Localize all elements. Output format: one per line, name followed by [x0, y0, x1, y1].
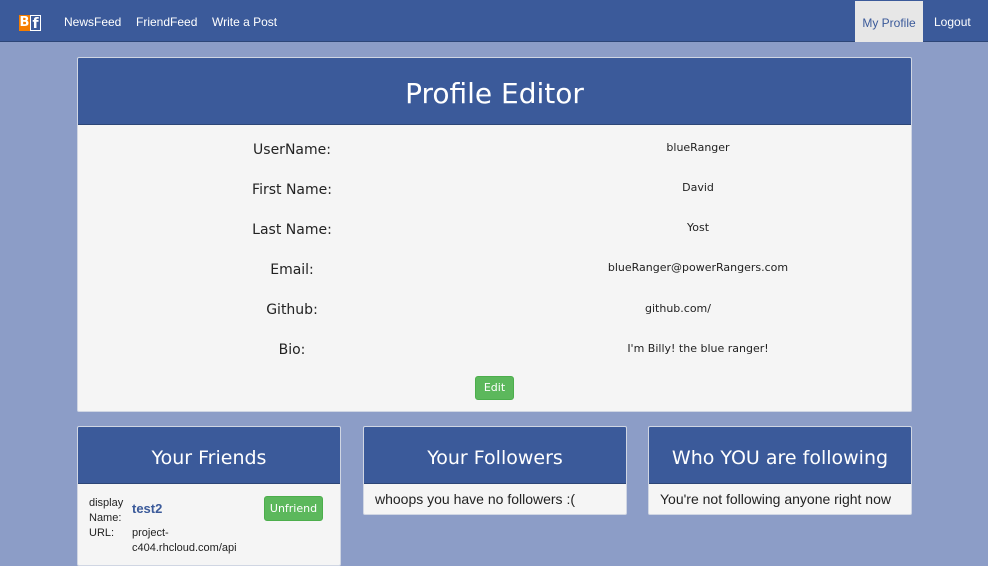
last-name-label: Last Name: — [252, 222, 332, 238]
friend-name[interactable]: test2 — [132, 501, 162, 516]
logo-f: f — [30, 15, 41, 32]
followers-panel: Your Followers whoops you have no follow… — [363, 426, 627, 515]
followers-empty-text: whoops you have no followers :( — [375, 491, 575, 507]
unfriend-button[interactable]: Unfriend — [264, 496, 323, 521]
url-label: URL: — [89, 527, 115, 539]
bio-label: Bio: — [278, 342, 306, 358]
email-value: blueRanger@powerRangers.com — [607, 261, 789, 274]
last-name-value: Yost — [686, 221, 710, 234]
followers-title: Your Followers — [364, 427, 626, 484]
username-value: blueRanger — [666, 141, 730, 154]
url-value-line1: project- — [132, 527, 169, 539]
github-label: Github: — [266, 302, 318, 318]
nav-logout[interactable]: Logout — [934, 0, 971, 42]
logo-b: B — [19, 15, 30, 31]
nav-friendfeed[interactable]: FriendFeed — [136, 0, 197, 42]
github-value: github.com/ — [645, 302, 711, 315]
username-label: UserName: — [253, 142, 331, 158]
following-title: Who YOU are following — [649, 427, 911, 484]
following-empty-text: You're not following anyone right now — [660, 491, 891, 507]
edit-button[interactable]: Edit — [475, 376, 514, 400]
first-name-label: First Name: — [252, 182, 332, 198]
email-label: Email: — [270, 262, 314, 278]
nav-my-profile[interactable]: My Profile — [855, 1, 923, 42]
display-label-line2: Name: — [89, 512, 122, 524]
url-value: project- c404.rhcloud.com/api — [132, 526, 237, 556]
friends-title: Your Friends — [78, 427, 340, 484]
display-name-label: display Name: — [89, 496, 123, 526]
navbar: B f NewsFeed FriendFeed Write a Post My … — [0, 0, 988, 42]
following-panel: Who YOU are following You're not followi… — [648, 426, 912, 515]
logo[interactable]: B f — [19, 15, 41, 32]
display-label-line1: display — [89, 497, 124, 509]
url-value-line2: c404.rhcloud.com/api — [132, 542, 237, 554]
nav-newsfeed[interactable]: NewsFeed — [64, 0, 121, 42]
nav-write-post[interactable]: Write a Post — [212, 0, 277, 42]
first-name-value: David — [682, 181, 714, 194]
friends-panel: Your Friends display Name: test2 URL: pr… — [77, 426, 341, 566]
profile-editor-panel: Profile Editor UserName: blueRanger Firs… — [77, 57, 912, 412]
bio-value: I'm Billy! the blue ranger! — [627, 342, 769, 355]
profile-editor-title: Profile Editor — [78, 58, 911, 125]
